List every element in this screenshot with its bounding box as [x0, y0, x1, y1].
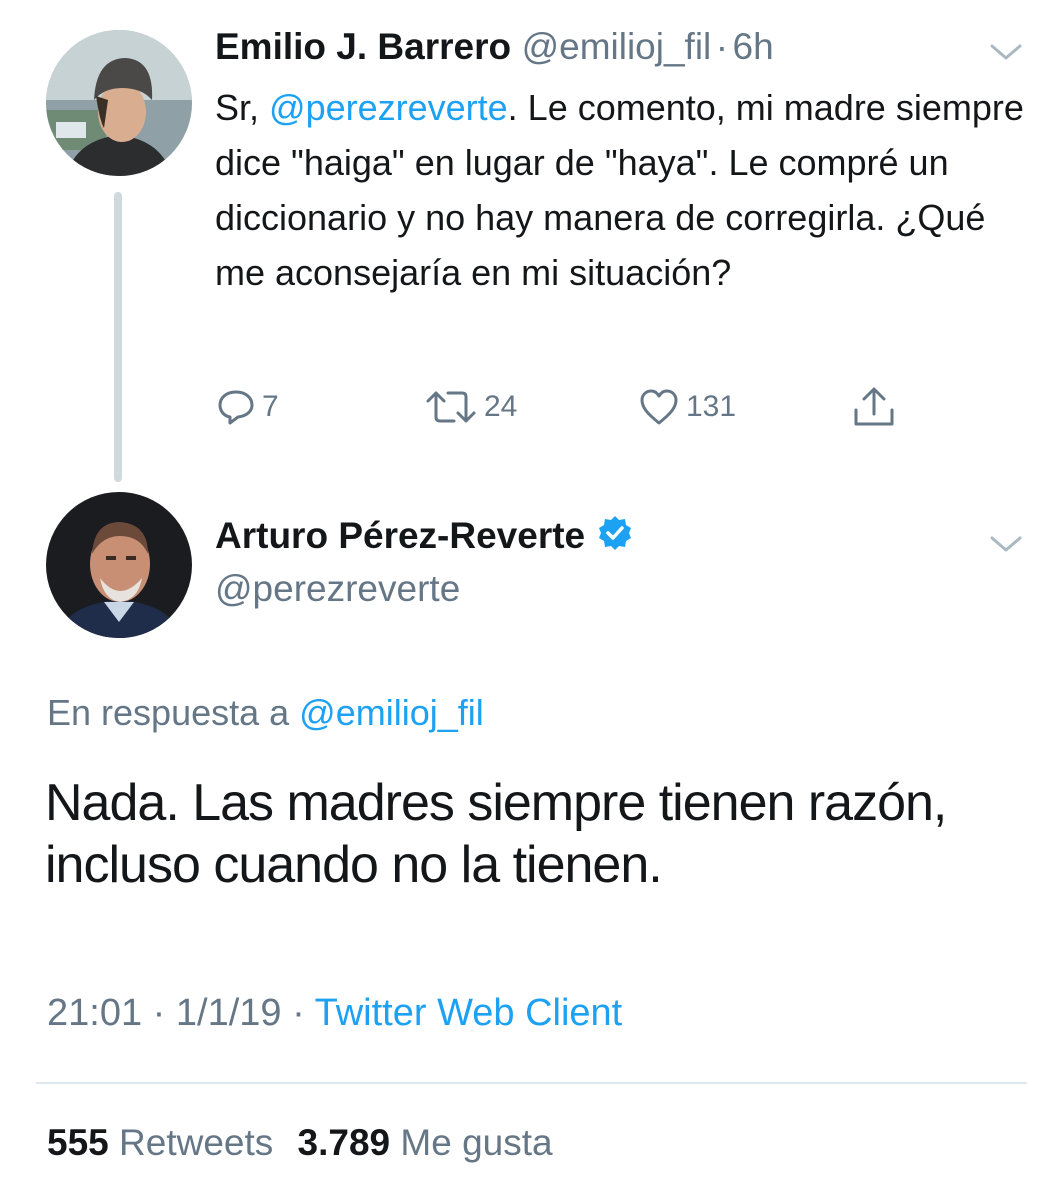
- retweet-button[interactable]: 24: [424, 382, 517, 432]
- engagement-stats: 555 Retweets 3.789 Me gusta: [47, 1122, 553, 1164]
- meta-separator: ·: [292, 992, 305, 1034]
- avatar-emilio[interactable]: [46, 30, 192, 176]
- reply-to-label: En respuesta a: [47, 692, 300, 733]
- divider: [36, 1082, 1027, 1084]
- retweet-total: 555: [47, 1122, 109, 1163]
- like-button[interactable]: 131: [638, 382, 736, 432]
- reply-icon: [218, 390, 254, 425]
- retweet-count: 24: [484, 390, 518, 423]
- tweet2-text: Nada. Las madres siempre tienen razón, i…: [45, 774, 947, 894]
- share-icon: [854, 387, 894, 426]
- thread-connector-line: [114, 192, 122, 482]
- likes-stat[interactable]: 3.789 Me gusta: [298, 1122, 553, 1163]
- tweet1-text: Sr, @perezreverte. Le comento, mi madre …: [215, 80, 1025, 300]
- reply-button[interactable]: 7: [216, 382, 279, 432]
- meta-separator: ·: [152, 992, 166, 1034]
- chevron-down-icon[interactable]: [986, 40, 1026, 64]
- retweets-stat[interactable]: 555 Retweets: [47, 1122, 273, 1163]
- reply-count: 7: [262, 390, 279, 423]
- share-button[interactable]: [850, 382, 904, 432]
- client-link[interactable]: Twitter Web Client: [315, 992, 623, 1034]
- header-separator: ·: [715, 26, 729, 67]
- tweet-meta: 21:01 · 1/1/19 · Twitter Web Client: [47, 992, 622, 1035]
- author-handle[interactable]: @emilioj_fil: [522, 26, 712, 67]
- reply-context: En respuesta a @emilioj_fil: [47, 692, 484, 734]
- retweet-icon: [426, 391, 476, 423]
- heart-icon: [640, 389, 678, 425]
- author-name[interactable]: Arturo Pérez-Reverte: [215, 515, 585, 556]
- retweets-label: Retweets: [119, 1122, 274, 1163]
- tweet-date[interactable]: 1/1/19: [176, 992, 282, 1034]
- avatar-perezreverte[interactable]: [46, 492, 192, 638]
- author-handle[interactable]: @perezreverte: [215, 568, 460, 610]
- tweet-time[interactable]: 6h: [733, 26, 774, 67]
- likes-label: Me gusta: [400, 1122, 553, 1163]
- tweet-text-prefix: Sr,: [215, 87, 270, 128]
- like-total: 3.789: [297, 1122, 391, 1163]
- reply-to-handle[interactable]: @emilioj_fil: [299, 692, 484, 733]
- tweet-time[interactable]: 21:01: [47, 992, 142, 1034]
- author-name[interactable]: Emilio J. Barrero: [215, 26, 511, 67]
- tweet1-header: Emilio J. Barrero @emilioj_fil · 6h: [215, 26, 774, 68]
- tweet2-header: Arturo Pérez-Reverte: [215, 514, 634, 557]
- mention-link[interactable]: @perezreverte: [269, 87, 508, 128]
- chevron-down-icon[interactable]: [986, 532, 1026, 556]
- like-count: 131: [686, 390, 737, 423]
- verified-badge-icon: [596, 514, 634, 557]
